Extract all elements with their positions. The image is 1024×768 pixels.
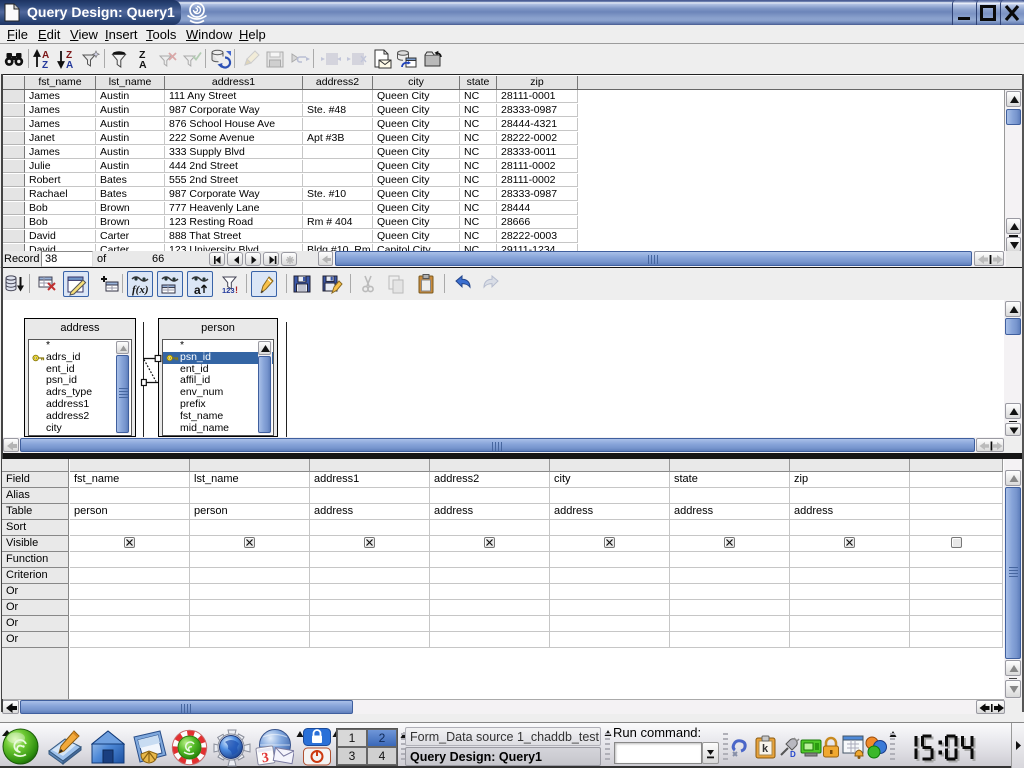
svg-text:123: 123 (222, 286, 235, 295)
svg-text:Z: Z (42, 60, 48, 71)
svg-text:A: A (139, 59, 147, 71)
svg-text:f(x): f(x) (132, 284, 149, 296)
svg-text:k: k (762, 743, 769, 755)
svg-text:D: D (790, 750, 796, 758)
svg-text:A: A (66, 60, 73, 71)
svg-text:!: ! (235, 285, 238, 295)
svg-text:a: a (194, 283, 201, 297)
